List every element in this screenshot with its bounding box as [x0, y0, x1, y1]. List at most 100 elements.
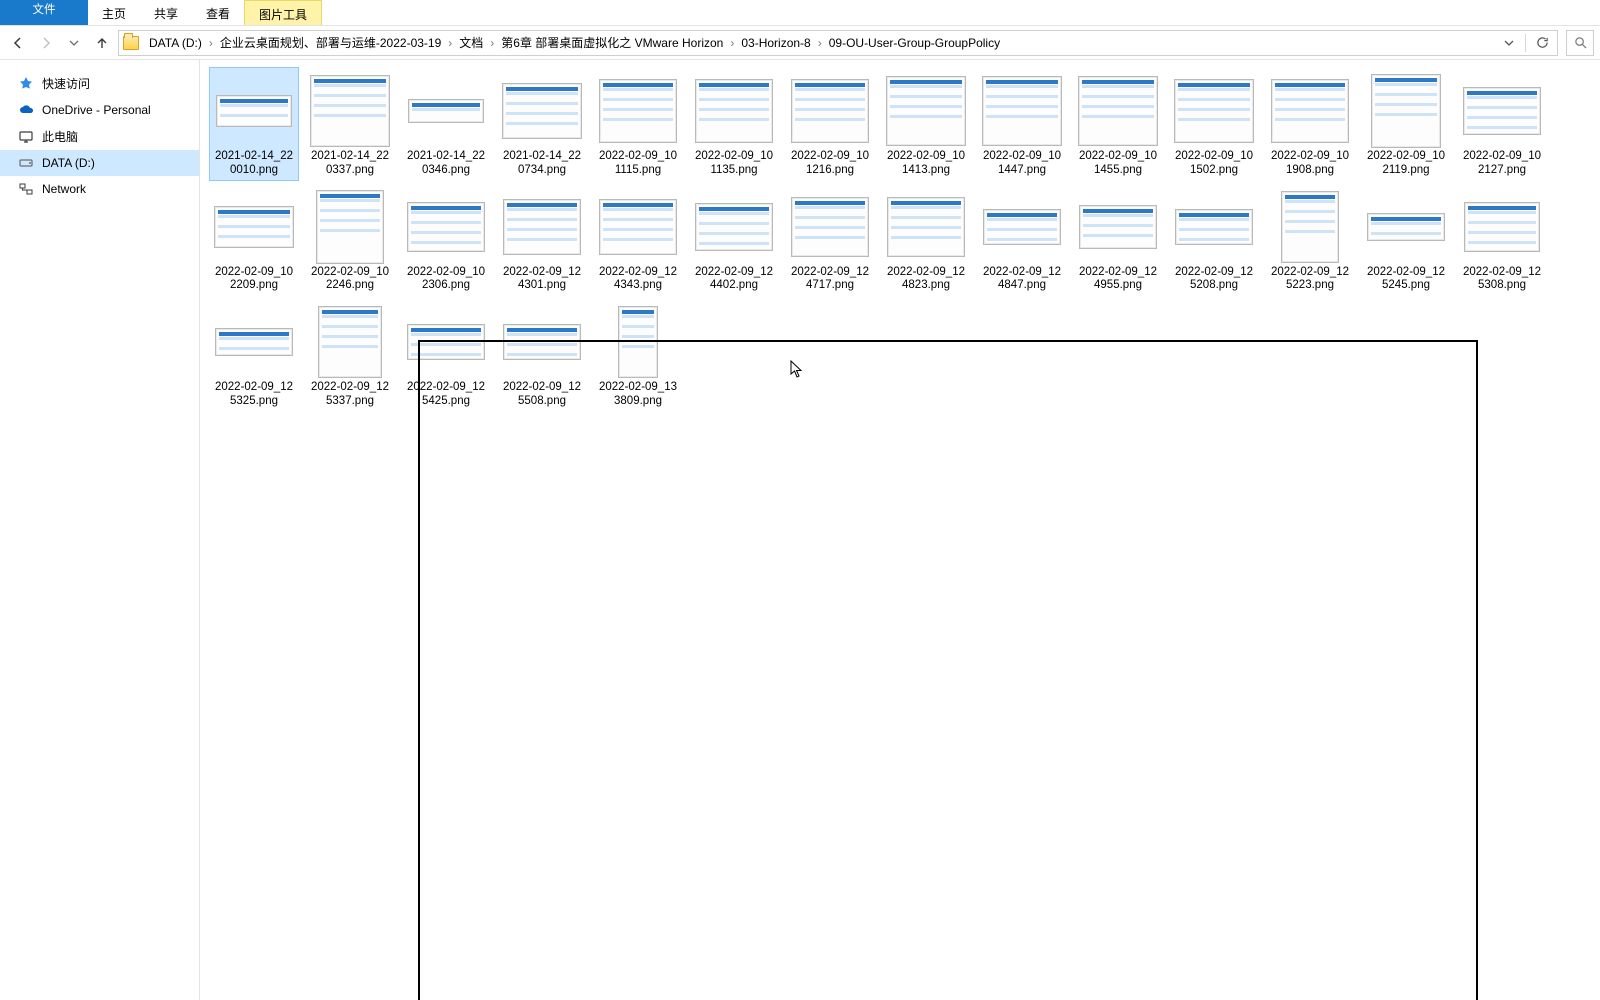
file-item[interactable]: 2022-02-09_102306.png — [402, 184, 490, 296]
file-name-label: 2022-02-09_101115.png — [596, 150, 680, 178]
file-item[interactable]: 2022-02-09_124402.png — [690, 184, 778, 296]
file-name-label: 2022-02-09_125508.png — [500, 381, 584, 409]
file-thumbnail — [692, 72, 776, 150]
file-item[interactable]: 2022-02-09_125223.png — [1266, 184, 1354, 296]
ribbon-tab-picture-tools[interactable]: 图片工具 — [244, 0, 322, 25]
ribbon-tab-share[interactable]: 共享 — [140, 0, 192, 25]
file-item[interactable]: 2022-02-09_102127.png — [1458, 68, 1546, 180]
sidebar-item-network[interactable]: Network — [0, 176, 199, 202]
navigation-bar: DATA (D:)›企业云桌面规划、部署与运维-2022-03-19›文档›第6… — [0, 26, 1600, 60]
file-item[interactable]: 2022-02-09_133809.png — [594, 299, 682, 411]
file-name-label: 2022-02-09_102246.png — [308, 266, 392, 294]
file-name-label: 2022-02-09_124343.png — [596, 266, 680, 294]
file-name-label: 2022-02-09_124823.png — [884, 266, 968, 294]
computer-icon — [18, 129, 34, 145]
file-item[interactable]: 2021-02-14_220734.png — [498, 68, 586, 180]
file-item[interactable]: 2022-02-09_125208.png — [1170, 184, 1258, 296]
file-thumbnail — [404, 188, 488, 266]
file-item[interactable]: 2022-02-09_101135.png — [690, 68, 778, 180]
breadcrumb-segment[interactable]: DATA (D:) — [145, 34, 206, 52]
file-name-label: 2022-02-09_101413.png — [884, 150, 968, 178]
file-thumbnail — [1364, 188, 1448, 266]
chevron-right-icon: › — [487, 36, 497, 50]
file-item[interactable]: 2021-02-14_220337.png — [306, 68, 394, 180]
file-thumbnail — [884, 72, 968, 150]
selection-rectangle — [418, 340, 1478, 1000]
file-item[interactable]: 2022-02-09_101115.png — [594, 68, 682, 180]
file-thumbnail — [692, 188, 776, 266]
file-thumbnail — [596, 303, 680, 381]
file-name-label: 2022-02-09_124955.png — [1076, 266, 1160, 294]
breadcrumb-segment[interactable]: 企业云桌面规划、部署与运维-2022-03-19 — [216, 34, 445, 52]
file-item[interactable]: 2022-02-09_124301.png — [498, 184, 586, 296]
breadcrumb-segment[interactable]: 第6章 部署桌面虚拟化之 VMware Horizon — [497, 34, 727, 52]
address-dropdown-icon[interactable] — [1498, 32, 1520, 54]
file-item[interactable]: 2022-02-09_124955.png — [1074, 184, 1162, 296]
file-name-label: 2022-02-09_101135.png — [692, 150, 776, 178]
file-thumbnail — [788, 72, 872, 150]
drive-icon — [18, 155, 34, 171]
file-name-label: 2022-02-09_102119.png — [1364, 150, 1448, 178]
sidebar-item-this-pc[interactable]: 此电脑 — [0, 123, 199, 150]
file-item[interactable]: 2022-02-09_125308.png — [1458, 184, 1546, 296]
sidebar-item-quick-access[interactable]: 快速访问 — [0, 70, 199, 97]
file-content-area[interactable]: 2021-02-14_220010.png 2021-02-14_220337.p… — [200, 60, 1600, 1000]
file-item[interactable]: 2022-02-09_124343.png — [594, 184, 682, 296]
file-item[interactable]: 2022-02-09_102246.png — [306, 184, 394, 296]
file-thumbnail — [1364, 72, 1448, 150]
nav-up-button[interactable] — [90, 31, 114, 55]
nav-recent-dropdown[interactable] — [62, 31, 86, 55]
file-item[interactable]: 2022-02-09_124717.png — [786, 184, 874, 296]
file-item[interactable]: 2022-02-09_125337.png — [306, 299, 394, 411]
network-icon — [18, 181, 34, 197]
file-thumbnail — [308, 72, 392, 150]
file-item[interactable]: 2022-02-09_101502.png — [1170, 68, 1258, 180]
file-item[interactable]: 2022-02-09_125508.png — [498, 299, 586, 411]
file-thumbnail — [308, 188, 392, 266]
refresh-button[interactable] — [1531, 32, 1553, 54]
chevron-right-icon: › — [815, 36, 825, 50]
file-item[interactable]: 2022-02-09_124847.png — [978, 184, 1066, 296]
nav-forward-button[interactable] — [34, 31, 58, 55]
search-input[interactable] — [1566, 30, 1594, 56]
folder-icon — [123, 36, 139, 50]
file-thumbnail — [1460, 72, 1544, 150]
file-item[interactable]: 2022-02-09_101908.png — [1266, 68, 1354, 180]
file-name-label: 2021-02-14_220010.png — [212, 150, 296, 178]
nav-back-button[interactable] — [6, 31, 30, 55]
ribbon-tab-view[interactable]: 查看 — [192, 0, 244, 25]
file-thumbnail — [404, 72, 488, 150]
address-bar[interactable]: DATA (D:)›企业云桌面规划、部署与运维-2022-03-19›文档›第6… — [118, 30, 1558, 56]
ribbon-tab-file[interactable]: 文件 — [0, 0, 88, 25]
file-thumbnail — [1076, 72, 1160, 150]
file-thumbnail — [1172, 72, 1256, 150]
file-item[interactable]: 2022-02-09_125325.png — [210, 299, 298, 411]
file-thumbnail — [1268, 188, 1352, 266]
file-item[interactable]: 2022-02-09_101455.png — [1074, 68, 1162, 180]
file-item[interactable]: 2021-02-14_220010.png — [210, 68, 298, 180]
sidebar-item-data-drive[interactable]: DATA (D:) — [0, 150, 199, 176]
file-item[interactable]: 2021-02-14_220346.png — [402, 68, 490, 180]
file-name-label: 2021-02-14_220337.png — [308, 150, 392, 178]
file-name-label: 2022-02-09_125308.png — [1460, 266, 1544, 294]
breadcrumb-segment[interactable]: 09-OU-User-Group-GroupPolicy — [825, 34, 1004, 52]
breadcrumb-segment[interactable]: 03-Horizon-8 — [737, 34, 814, 52]
file-thumbnail — [980, 188, 1064, 266]
file-thumbnail — [500, 72, 584, 150]
file-item[interactable]: 2022-02-09_101447.png — [978, 68, 1066, 180]
ribbon-tab-home[interactable]: 主页 — [88, 0, 140, 25]
file-item[interactable]: 2022-02-09_124823.png — [882, 184, 970, 296]
file-item[interactable]: 2022-02-09_101216.png — [786, 68, 874, 180]
file-thumbnail — [308, 303, 392, 381]
file-item[interactable]: 2022-02-09_102209.png — [210, 184, 298, 296]
sidebar-item-label: 快速访问 — [42, 75, 90, 92]
sidebar-item-onedrive[interactable]: OneDrive - Personal — [0, 97, 199, 123]
breadcrumb-segment[interactable]: 文档 — [455, 34, 487, 52]
file-item[interactable]: 2022-02-09_125425.png — [402, 299, 490, 411]
ribbon-tabs: 文件 主页 共享 查看 图片工具 — [0, 0, 1600, 26]
file-item[interactable]: 2022-02-09_102119.png — [1362, 68, 1450, 180]
file-item[interactable]: 2022-02-09_101413.png — [882, 68, 970, 180]
file-item[interactable]: 2022-02-09_125245.png — [1362, 184, 1450, 296]
file-name-label: 2022-02-09_101216.png — [788, 150, 872, 178]
file-name-label: 2021-02-14_220346.png — [404, 150, 488, 178]
